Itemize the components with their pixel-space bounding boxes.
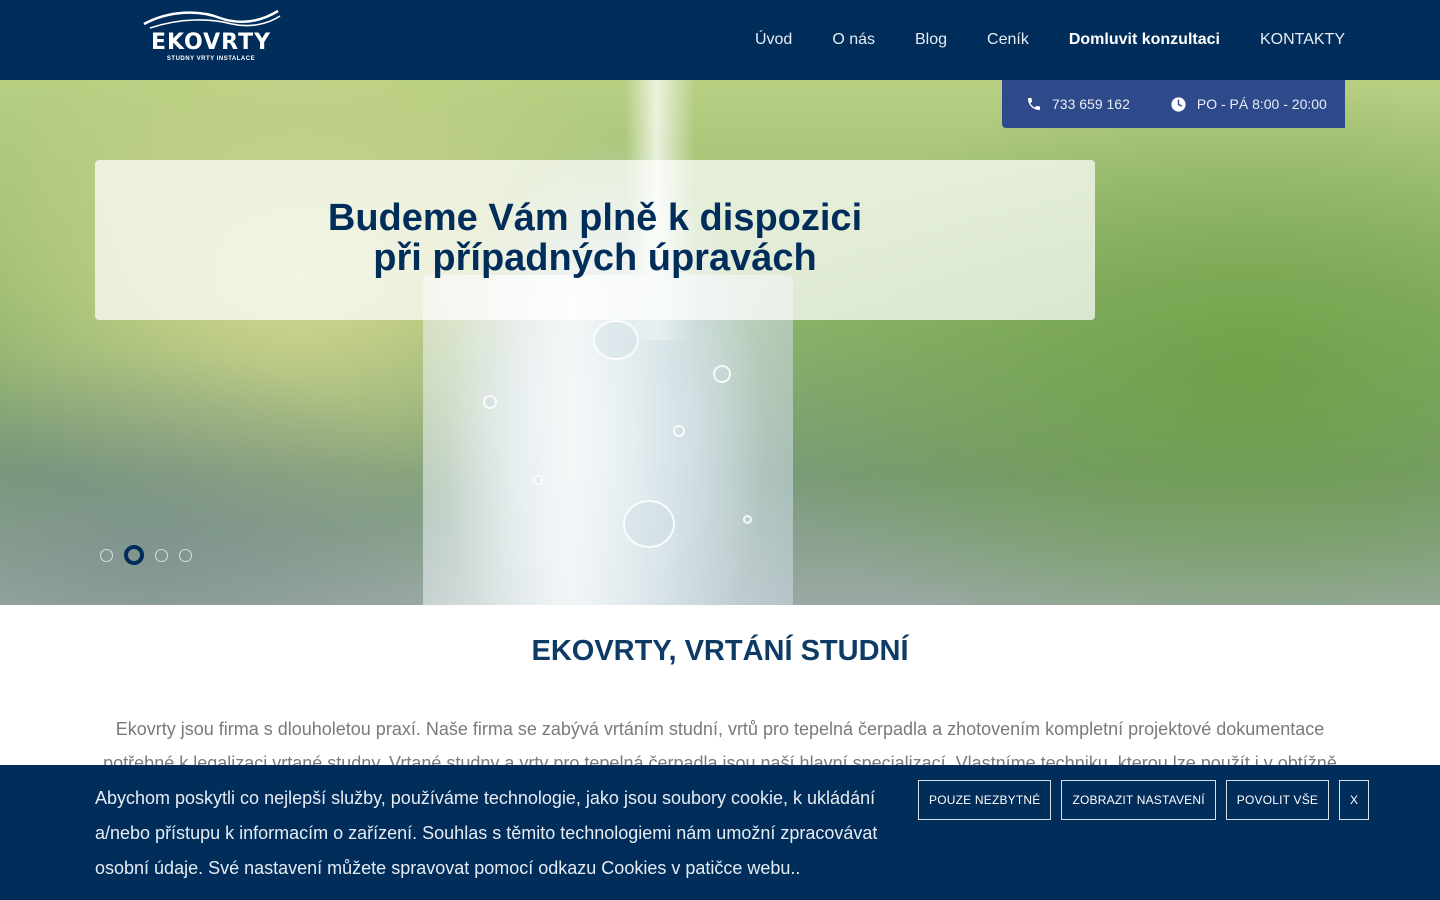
slide-caption: Budeme Vám plně k dispozici při případný… (95, 198, 1095, 278)
nav-kontakty[interactable]: KONTAKTY (1260, 31, 1345, 49)
logo-wave-icon (143, 9, 281, 29)
nav-blog[interactable]: Blog (915, 31, 947, 49)
contact-bar: 733 659 162 PO - PÁ 8:00 - 20:00 (1002, 80, 1345, 128)
hero-slider: 733 659 162 PO - PÁ 8:00 - 20:00 Budeme … (0, 80, 1440, 605)
logo-tagline: STUDNY VRTY INSTALACE (166, 56, 256, 62)
contact-hours-text: PO - PÁ 8:00 - 20:00 (1196, 96, 1327, 112)
cookie-allow-all-button[interactable]: POVOLIT VŠE (1225, 780, 1330, 820)
clock-icon (1170, 96, 1187, 113)
slider-pagination (100, 545, 203, 565)
site-header: EKOVRTY STUDNY VRTY INSTALACE Úvod O nás… (0, 0, 1440, 80)
slider-dot-3[interactable] (155, 549, 168, 562)
slide-caption-line1: Budeme Vám plně k dispozici (327, 197, 863, 239)
nav-domluvit-konzultaci[interactable]: Domluvit konzultaci (1069, 31, 1220, 49)
cookie-necessary-button[interactable]: POUZE NEZBYTNÉ (918, 780, 1052, 820)
slide-caption-box: Budeme Vám plně k dispozici při případný… (95, 160, 1095, 320)
cookie-consent-bar: Abychom poskytli co nejlepší služby, pou… (0, 765, 1440, 900)
slider-dot-4[interactable] (179, 549, 192, 562)
cookie-settings-button[interactable]: ZOBRAZIT NASTAVENÍ (1061, 780, 1216, 820)
contact-hours: PO - PÁ 8:00 - 20:00 (1170, 96, 1327, 113)
slider-dot-1[interactable] (100, 549, 113, 562)
cookie-close-button[interactable]: X (1339, 780, 1370, 820)
contact-phone[interactable]: 733 659 162 (1026, 96, 1130, 112)
nav-cenik[interactable]: Ceník (987, 31, 1029, 49)
main-nav: Úvod O nás Blog Ceník Domluvit konzultac… (715, 0, 1345, 80)
nav-uvod[interactable]: Úvod (755, 31, 792, 49)
slider-dot-2[interactable] (124, 545, 144, 565)
nav-o-nas[interactable]: O nás (832, 31, 875, 49)
cookie-buttons: POUZE NEZBYTNÉ ZOBRAZIT NASTAVENÍ POVOLI… (918, 780, 1370, 820)
water-glass-image (423, 275, 793, 605)
phone-icon (1026, 96, 1042, 112)
slide-caption-line2: při případných úpravách (373, 237, 817, 279)
cookie-text: Abychom poskytli co nejlepší služby, pou… (95, 788, 878, 878)
logo[interactable]: EKOVRTY STUDNY VRTY INSTALACE (140, 8, 282, 66)
page-title: EKOVRTY, VRTÁNÍ STUDNÍ (531, 635, 909, 667)
contact-phone-text: 733 659 162 (1052, 96, 1130, 112)
logo-text: EKOVRTY (150, 30, 272, 55)
